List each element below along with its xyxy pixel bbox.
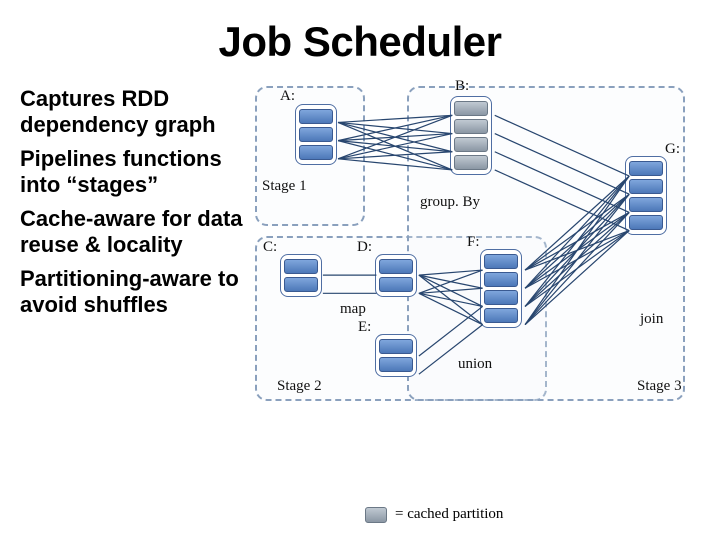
partition	[484, 254, 518, 269]
partition-cached	[454, 119, 488, 134]
stage-3-label: Stage 3	[637, 378, 682, 395]
partition-cached	[454, 137, 488, 152]
op-groupby: group. By	[420, 194, 480, 211]
page-title: Job Scheduler	[0, 18, 720, 66]
legend: = cached partition	[365, 506, 503, 523]
partition	[284, 277, 318, 292]
partition	[379, 259, 413, 274]
partition	[379, 339, 413, 354]
rdd-b	[450, 96, 492, 175]
label-a: A:	[280, 88, 295, 105]
bullet-1: Captures RDD dependency graph	[20, 86, 245, 138]
rdd-g	[625, 156, 667, 235]
rdd-c	[280, 254, 322, 297]
label-f: F:	[467, 234, 480, 251]
partition	[484, 308, 518, 323]
partition	[484, 272, 518, 287]
stage-3-box	[407, 86, 685, 401]
stage-2-label: Stage 2	[277, 378, 322, 395]
rdd-a	[295, 104, 337, 165]
stage-1-label: Stage 1	[262, 178, 307, 195]
op-join: join	[640, 311, 663, 328]
partition	[629, 197, 663, 212]
dag-diagram: A: B: G: C: D: F: E: Stage 1 Stage 2 Sta…	[245, 86, 700, 446]
bullet-3: Cache-aware for data reuse & locality	[20, 206, 245, 258]
op-map: map	[340, 301, 366, 318]
legend-swatch-cached	[365, 507, 387, 523]
rdd-d	[375, 254, 417, 297]
partition	[299, 127, 333, 142]
partition	[629, 179, 663, 194]
partition	[379, 277, 413, 292]
bullet-4: Partitioning-aware to avoid shuffles	[20, 266, 245, 318]
label-d: D:	[357, 239, 372, 256]
rdd-f	[480, 249, 522, 328]
partition	[299, 109, 333, 124]
partition	[379, 357, 413, 372]
partition-cached	[454, 101, 488, 116]
partition	[629, 161, 663, 176]
bullet-2: Pipelines functions into “stages”	[20, 146, 245, 198]
op-union: union	[458, 356, 492, 373]
content-row: Captures RDD dependency graph Pipelines …	[0, 86, 720, 446]
label-c: C:	[263, 239, 277, 256]
label-b: B:	[455, 78, 469, 95]
partition	[299, 145, 333, 160]
bullet-list: Captures RDD dependency graph Pipelines …	[20, 86, 245, 446]
partition	[484, 290, 518, 305]
label-g: G:	[665, 141, 680, 158]
legend-text: = cached partition	[395, 506, 503, 523]
partition	[629, 215, 663, 230]
partition	[284, 259, 318, 274]
label-e: E:	[358, 319, 371, 336]
partition-cached	[454, 155, 488, 170]
rdd-e	[375, 334, 417, 377]
